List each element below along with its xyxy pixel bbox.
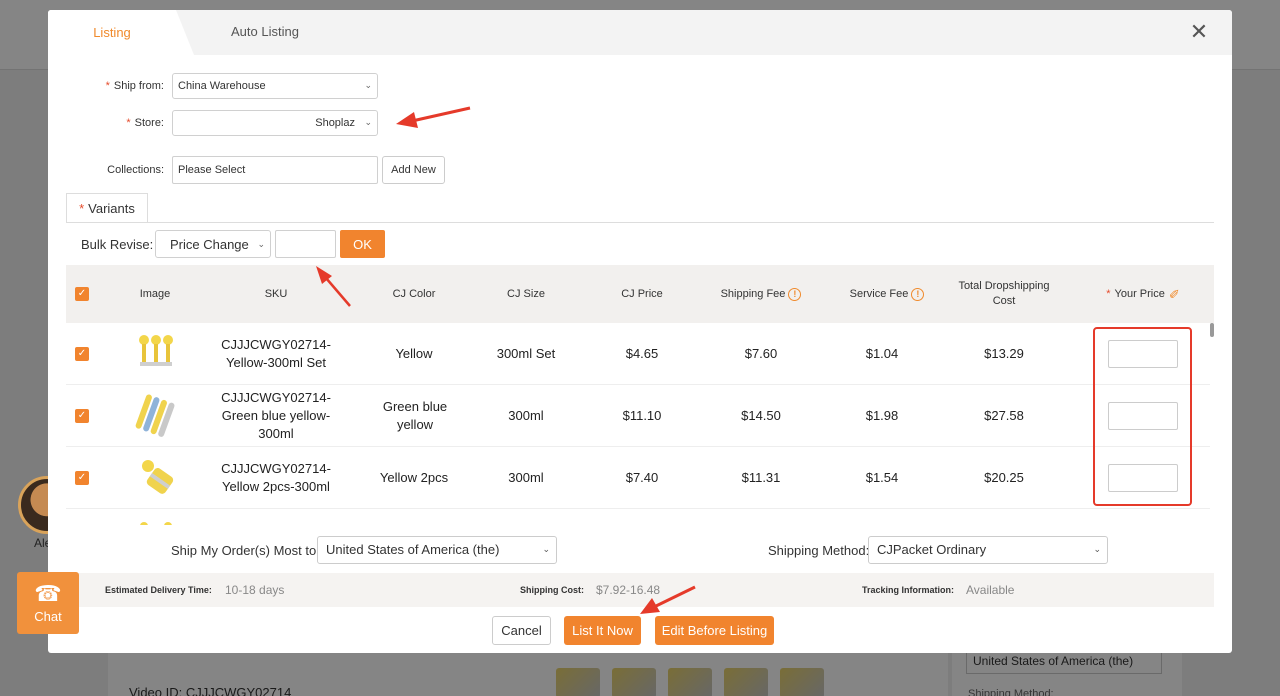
header-service-fee: Service Fee! bbox=[832, 265, 942, 323]
info-icon[interactable]: ! bbox=[911, 287, 925, 301]
row-checkbox[interactable]: ✓ bbox=[75, 409, 89, 423]
shipping-fee-cell: $14.50 bbox=[741, 408, 781, 423]
sku-cell: CJJJCWGY02714-Yellow 2pcs-300ml bbox=[221, 461, 331, 494]
header-your-price: * Your Price ✐ bbox=[1106, 286, 1180, 302]
tab-listing[interactable]: Listing bbox=[48, 10, 194, 55]
size-cell: 300ml bbox=[508, 470, 544, 485]
shipping-cost-label: Shipping Cost: bbox=[520, 585, 584, 595]
service-fee-cell: $1.04 bbox=[865, 346, 899, 361]
divider bbox=[66, 222, 1214, 223]
total-cost-cell: $13.29 bbox=[984, 346, 1024, 361]
brush-icon[interactable]: ✐ bbox=[1169, 287, 1180, 302]
cj-price-cell: $4.65 bbox=[625, 346, 659, 361]
your-price-input[interactable] bbox=[1108, 402, 1178, 430]
service-fee-cell: $1.98 bbox=[865, 408, 899, 423]
ship-to-select[interactable]: United States of America (the) ⌄ bbox=[317, 536, 557, 564]
product-image[interactable] bbox=[134, 456, 178, 500]
select-all-checkbox[interactable]: ✓ bbox=[75, 287, 89, 301]
header-shipping-fee: Shipping Fee! bbox=[706, 265, 816, 323]
total-cost-cell: $20.25 bbox=[984, 470, 1024, 485]
tab-variants[interactable]: * Variants bbox=[66, 193, 148, 223]
header-cj-size: CJ Size bbox=[507, 287, 545, 300]
size-cell: 300ml Set bbox=[496, 346, 556, 361]
tracking-info-label: Tracking Information: bbox=[862, 585, 955, 595]
shipping-fee-cell: $11.31 bbox=[741, 470, 781, 485]
color-cell: Green blue yellow bbox=[382, 399, 448, 432]
tracking-info-value: Available bbox=[966, 583, 1015, 597]
product-image[interactable] bbox=[134, 394, 178, 438]
info-icon[interactable]: ! bbox=[788, 287, 802, 301]
collections-input[interactable]: Please Select bbox=[172, 156, 378, 184]
headset-icon: ☎ bbox=[34, 581, 62, 606]
tab-auto-listing[interactable]: Auto Listing bbox=[231, 24, 299, 39]
close-icon[interactable]: ✕ bbox=[1188, 21, 1210, 44]
chevron-down-icon: ⌄ bbox=[1093, 544, 1101, 554]
bulk-revise-label: Bulk Revise: bbox=[81, 237, 154, 252]
store-label: * Store: bbox=[126, 117, 164, 129]
your-price-input[interactable] bbox=[1108, 464, 1178, 492]
chevron-down-icon: ⌄ bbox=[542, 544, 550, 554]
store-select[interactable]: Shoplaz ⌄ bbox=[172, 110, 378, 136]
table-row: ✓ CJJJCWGY02714-Yellow-300ml Set Yellow … bbox=[66, 323, 1214, 385]
chevron-down-icon: ⌄ bbox=[364, 80, 372, 90]
bulk-revise-select[interactable]: Price Change ⌄ bbox=[155, 230, 271, 258]
chevron-down-icon: ⌄ bbox=[257, 239, 265, 249]
header-cj-color: CJ Color bbox=[392, 287, 436, 300]
bulk-revise-input[interactable] bbox=[275, 230, 336, 258]
color-cell: Yellow 2pcs bbox=[379, 470, 449, 485]
list-it-now-button[interactable]: List It Now bbox=[564, 616, 641, 645]
shipping-info-strip: Estimated Delivery Time: 10-18 days Ship… bbox=[66, 573, 1214, 607]
ship-to-label: Ship My Order(s) Most to: bbox=[171, 543, 320, 558]
edit-before-listing-button[interactable]: Edit Before Listing bbox=[655, 616, 774, 645]
size-cell: 300ml bbox=[508, 408, 544, 423]
add-new-button[interactable]: Add New bbox=[382, 156, 445, 184]
sku-cell: CJJJCWGY02714-Green blue yellow-300ml bbox=[221, 390, 331, 441]
listing-modal: Listing Auto Listing ✕ * Ship from: China… bbox=[48, 10, 1232, 653]
table-row: ✓ CJJJCWGY02714-Yellow 2pcs-300ml Yellow… bbox=[66, 447, 1214, 509]
product-image[interactable] bbox=[134, 518, 178, 525]
row-checkbox[interactable]: ✓ bbox=[75, 347, 89, 361]
chat-button[interactable]: ☎ Chat bbox=[17, 572, 79, 634]
variants-table-body: ✓ CJJJCWGY02714-Yellow-300ml Set Yellow … bbox=[66, 323, 1214, 525]
header-image: Image bbox=[139, 287, 171, 300]
shipping-options: Ship My Order(s) Most to: United States … bbox=[66, 525, 1214, 575]
bulk-ok-button[interactable]: OK bbox=[340, 230, 385, 258]
service-fee-cell: $1.54 bbox=[865, 470, 899, 485]
header-cj-price: CJ Price bbox=[621, 287, 663, 300]
delivery-time-label: Estimated Delivery Time: bbox=[105, 585, 212, 595]
table-scroll-thumb[interactable] bbox=[1210, 323, 1214, 337]
header-sku: SKU bbox=[264, 287, 288, 300]
chevron-down-icon: ⌄ bbox=[364, 117, 372, 127]
total-cost-cell: $27.58 bbox=[984, 408, 1024, 423]
product-image[interactable] bbox=[134, 332, 178, 376]
variants-table-header: ✓ Image SKU CJ Color CJ Size CJ Price Sh… bbox=[66, 265, 1214, 323]
table-row: ✓ CJJJCWGY02714-Green blue yellow-300ml … bbox=[66, 385, 1214, 447]
table-row bbox=[66, 509, 1214, 525]
shipping-method-select[interactable]: CJPacket Ordinary ⌄ bbox=[868, 536, 1108, 564]
your-price-input[interactable] bbox=[1108, 340, 1178, 368]
delivery-time-value: 10-18 days bbox=[225, 583, 285, 597]
sku-cell: CJJJCWGY02714-Yellow-300ml Set bbox=[221, 337, 331, 370]
cj-price-cell: $7.40 bbox=[625, 470, 659, 485]
table-scrollbar[interactable] bbox=[1210, 323, 1214, 523]
collections-label: Collections: bbox=[107, 164, 164, 176]
modal-tab-bar: Listing Auto Listing ✕ bbox=[48, 10, 1232, 55]
ship-from-select[interactable]: China Warehouse ⌄ bbox=[172, 73, 378, 99]
shipping-fee-cell: $7.60 bbox=[744, 346, 778, 361]
ship-from-label: * Ship from: bbox=[105, 80, 164, 92]
header-total-cost: Total Dropshipping Cost bbox=[958, 280, 1050, 307]
row-checkbox[interactable]: ✓ bbox=[75, 471, 89, 485]
chat-label: Chat bbox=[34, 609, 62, 624]
cancel-button[interactable]: Cancel bbox=[492, 616, 551, 645]
color-cell: Yellow bbox=[395, 346, 433, 361]
shipping-method-label: Shipping Method: bbox=[768, 543, 870, 558]
cj-price-cell: $11.10 bbox=[622, 408, 662, 423]
shipping-cost-value: $7.92-16.48 bbox=[596, 583, 661, 597]
